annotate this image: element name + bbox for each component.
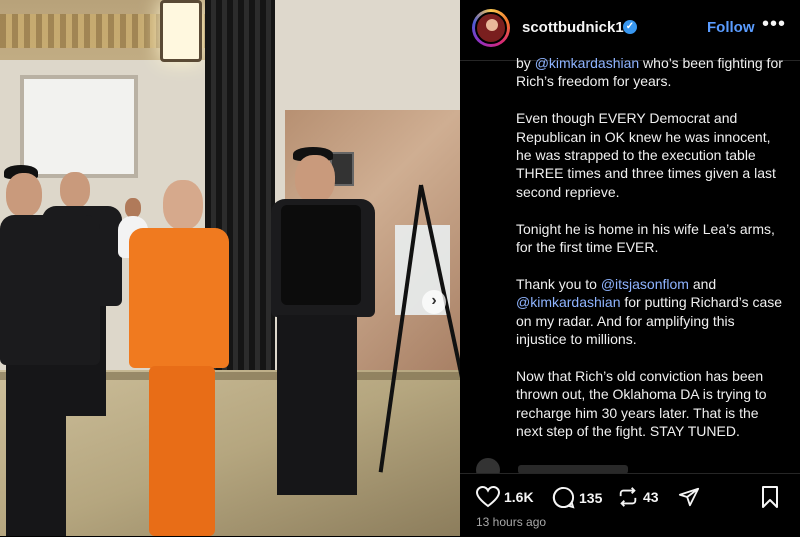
post-caption: by @kimkardashian who’s been fighting fo… bbox=[516, 54, 786, 459]
sheriff-left bbox=[0, 165, 110, 536]
repost-icon bbox=[619, 487, 637, 507]
follow-button[interactable]: Follow bbox=[707, 19, 755, 36]
caption-paragraph: Thank you to @itsjasonflom and @kimkarda… bbox=[516, 275, 786, 349]
repost-button[interactable]: 43 bbox=[617, 486, 659, 508]
caption-paragraph: Even though EVERY Democrat and Republica… bbox=[516, 109, 786, 201]
inmate-orange-jumpsuit bbox=[125, 178, 235, 536]
like-count: 1.6K bbox=[504, 489, 534, 505]
avatar[interactable] bbox=[472, 9, 510, 47]
mention-link[interactable]: @itsjasonflom bbox=[601, 276, 689, 292]
post-header: scottbudnick1 ✓ Follow ••• bbox=[460, 0, 800, 61]
action-bar: 1.6K 135 43 13 hours ago bbox=[460, 473, 800, 537]
mention-link[interactable]: @kimkardashian bbox=[535, 55, 639, 71]
comment-button[interactable]: 135 bbox=[552, 486, 602, 509]
mention-link[interactable]: @kimkardashian bbox=[516, 294, 620, 310]
more-options-icon[interactable]: ••• bbox=[762, 13, 786, 36]
post-photo[interactable]: › bbox=[0, 0, 460, 536]
comment-icon bbox=[552, 486, 575, 509]
share-button[interactable] bbox=[678, 486, 700, 508]
caption-paragraph: by @kimkardashian who’s been fighting fo… bbox=[516, 54, 786, 91]
post-timestamp: 13 hours ago bbox=[476, 515, 547, 529]
username[interactable]: scottbudnick1 bbox=[522, 19, 624, 36]
post-panel: scottbudnick1 ✓ Follow ••• by @kimkardas… bbox=[460, 0, 800, 537]
caption-text: Now that Rich’s old conviction has been … bbox=[516, 367, 767, 440]
verified-badge-icon: ✓ bbox=[623, 20, 637, 34]
tripod-easel bbox=[378, 184, 460, 475]
share-icon bbox=[678, 487, 700, 507]
caption-text: by bbox=[516, 55, 535, 71]
comment-count: 135 bbox=[579, 489, 603, 506]
repost-count: 43 bbox=[643, 489, 659, 505]
caption-text: Even though EVERY Democrat and Republica… bbox=[516, 110, 776, 200]
ceiling-lamp bbox=[160, 0, 202, 62]
carousel-next-button[interactable]: › bbox=[422, 290, 446, 314]
like-button[interactable]: 1.6K bbox=[476, 486, 534, 508]
caption-text: and bbox=[688, 275, 717, 292]
caption-paragraph: Now that Rich’s old conviction has been … bbox=[516, 367, 786, 441]
caption-text: Tonight he is home in his wife Lea’s arm… bbox=[516, 220, 775, 256]
heart-icon bbox=[476, 486, 500, 508]
window bbox=[20, 75, 138, 178]
officer-pointing bbox=[265, 145, 385, 505]
caption-text: Thank you to bbox=[516, 275, 601, 292]
bookmark-icon bbox=[762, 486, 778, 508]
save-button[interactable] bbox=[760, 486, 780, 508]
caption-paragraph: Tonight he is home in his wife Lea’s arm… bbox=[516, 220, 786, 257]
